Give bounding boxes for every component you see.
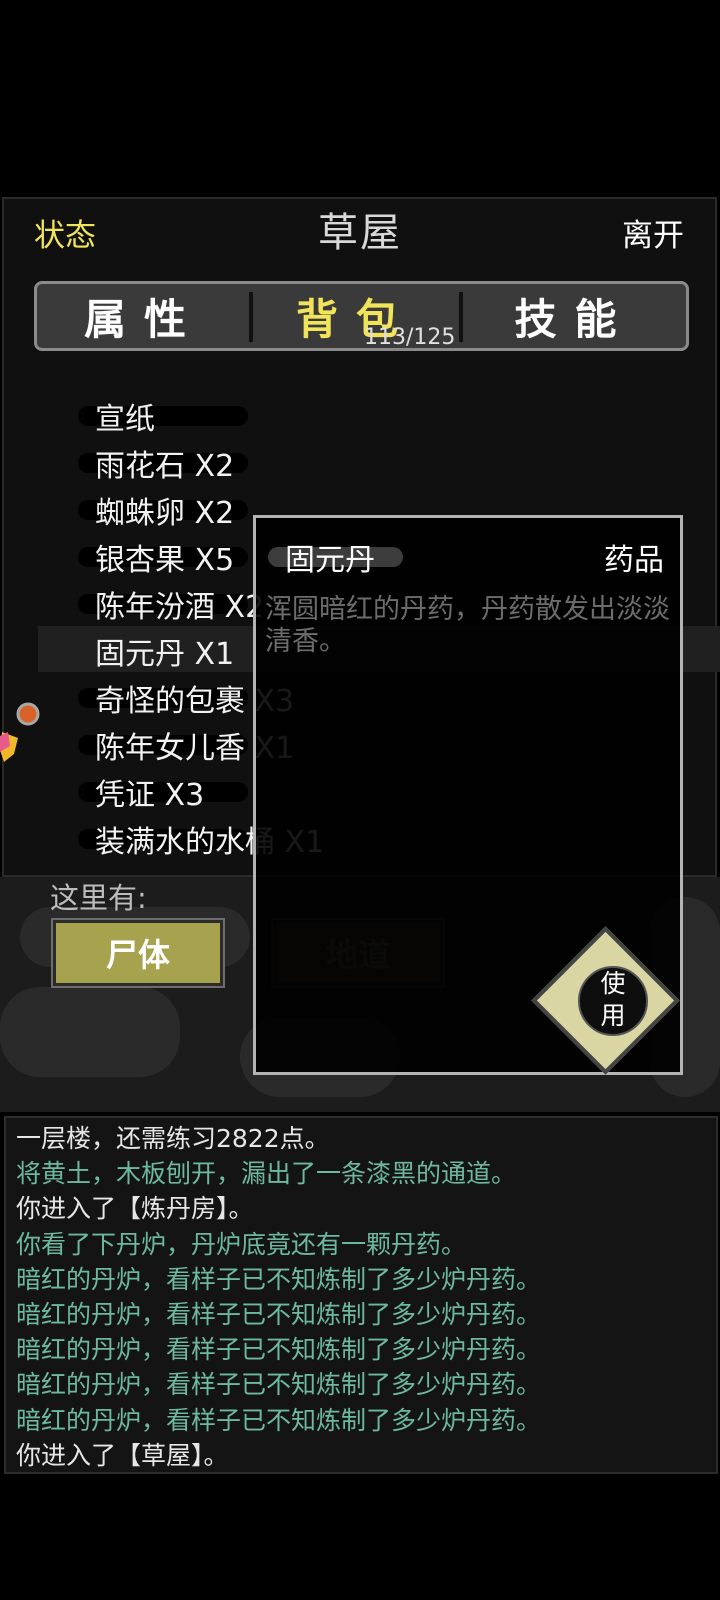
log-line: 你进入了【炼丹房】。 [16,1194,254,1224]
backpack-capacity: 113/125 [364,325,456,350]
here-label: 这里有: [50,881,147,915]
leave-button[interactable]: 离开 [622,210,684,255]
location-title: 草屋 [318,210,402,256]
inventory-item[interactable]: 雨花石 X2 [78,441,248,484]
inventory-item[interactable]: 陈年女儿香 X1 [78,723,294,766]
use-button-label[interactable]: 使 用 [578,968,648,1032]
log-line: 暗红的丹炉，看样子已不知炼制了多少炉丹药。 [16,1405,542,1435]
inventory-item[interactable]: 凭证 X3 [78,770,248,813]
log-line: 一层楼，还需练习2822点。 [16,1124,330,1153]
item-description: 浑圆暗红的丹药，丹药散发出淡淡清香。 [265,594,670,657]
log-line: 暗红的丹炉，看样子已不知炼制了多少炉丹药。 [16,1264,542,1294]
corpse-button[interactable]: 尸体 [51,918,225,988]
inventory-item[interactable]: 奇怪的包裹 X3 [78,676,294,719]
inventory-item[interactable]: 宣纸 [78,394,248,437]
log-line: 你看了下丹炉，丹炉底竟还有一颗丹药。 [16,1229,467,1259]
inventory-item[interactable]: 陈年汾酒 X2 [78,582,264,625]
item-name: 固元丹 [285,543,375,578]
message-log[interactable]: 一层楼，还需练习2822点。将黄土，木板刨开，漏出了一条漆黑的通道。 你进入了【炼… [4,1116,718,1474]
inventory-item[interactable]: 蜘蛛卵 X2 [78,488,248,531]
tab-skills[interactable]: 技能 [463,284,686,348]
inventory-item[interactable]: 银杏果 X5 [78,535,248,578]
tab-skills-label: 技能 [514,294,635,344]
log-line: 暗红的丹炉，看样子已不知炼制了多少炉丹药。 [16,1300,542,1330]
tab-attributes-label: 属性 [83,294,204,344]
item-category: 药品 [604,543,664,578]
log-line: 将黄土，木板刨开，漏出了一条漆黑的通道。 [16,1159,517,1189]
tab-attributes[interactable]: 属性 [37,284,251,348]
floating-orb-icon[interactable] [0,702,42,772]
log-line: 你进入了【草屋】。 [16,1440,229,1470]
inventory-item-selected[interactable]: 固元丹 X1 [78,629,234,672]
tab-bar: 属性 背包 技能 [34,281,689,351]
log-line: 暗红的丹炉，看样子已不知炼制了多少炉丹药。 [16,1335,542,1365]
log-line: 暗红的丹炉，看样子已不知炼制了多少炉丹药。 [16,1370,542,1400]
